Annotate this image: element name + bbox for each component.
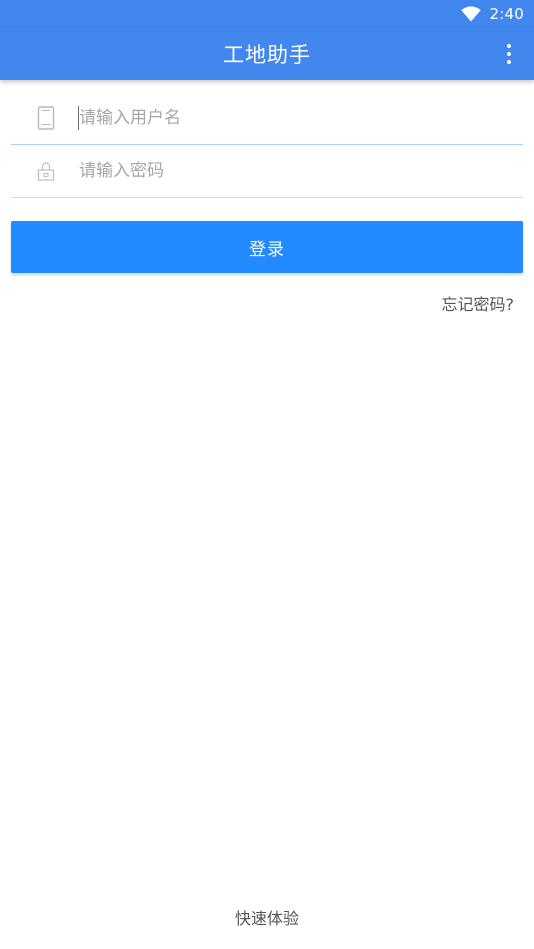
password-row [11, 144, 523, 198]
forgot-password-link[interactable]: 忘记密码? [442, 291, 515, 315]
username-input[interactable] [79, 97, 523, 138]
quick-try-link[interactable]: 快速体验 [0, 905, 534, 929]
wifi-icon [460, 6, 481, 22]
app-title: 工地助手 [223, 43, 311, 67]
app-bar: 工地助手 [0, 28, 534, 80]
login-screen: 2:40 工地助手 登录 忘记密码? 快速体验 [0, 0, 534, 949]
login-button[interactable]: 登录 [11, 221, 523, 273]
phone-icon [36, 105, 56, 130]
text-cursor [78, 106, 79, 130]
status-time: 2:40 [489, 5, 524, 23]
password-input[interactable] [79, 150, 523, 191]
lock-icon [36, 159, 56, 183]
more-vert-icon[interactable] [498, 40, 520, 68]
username-row [11, 91, 523, 145]
status-bar: 2:40 [0, 0, 534, 28]
